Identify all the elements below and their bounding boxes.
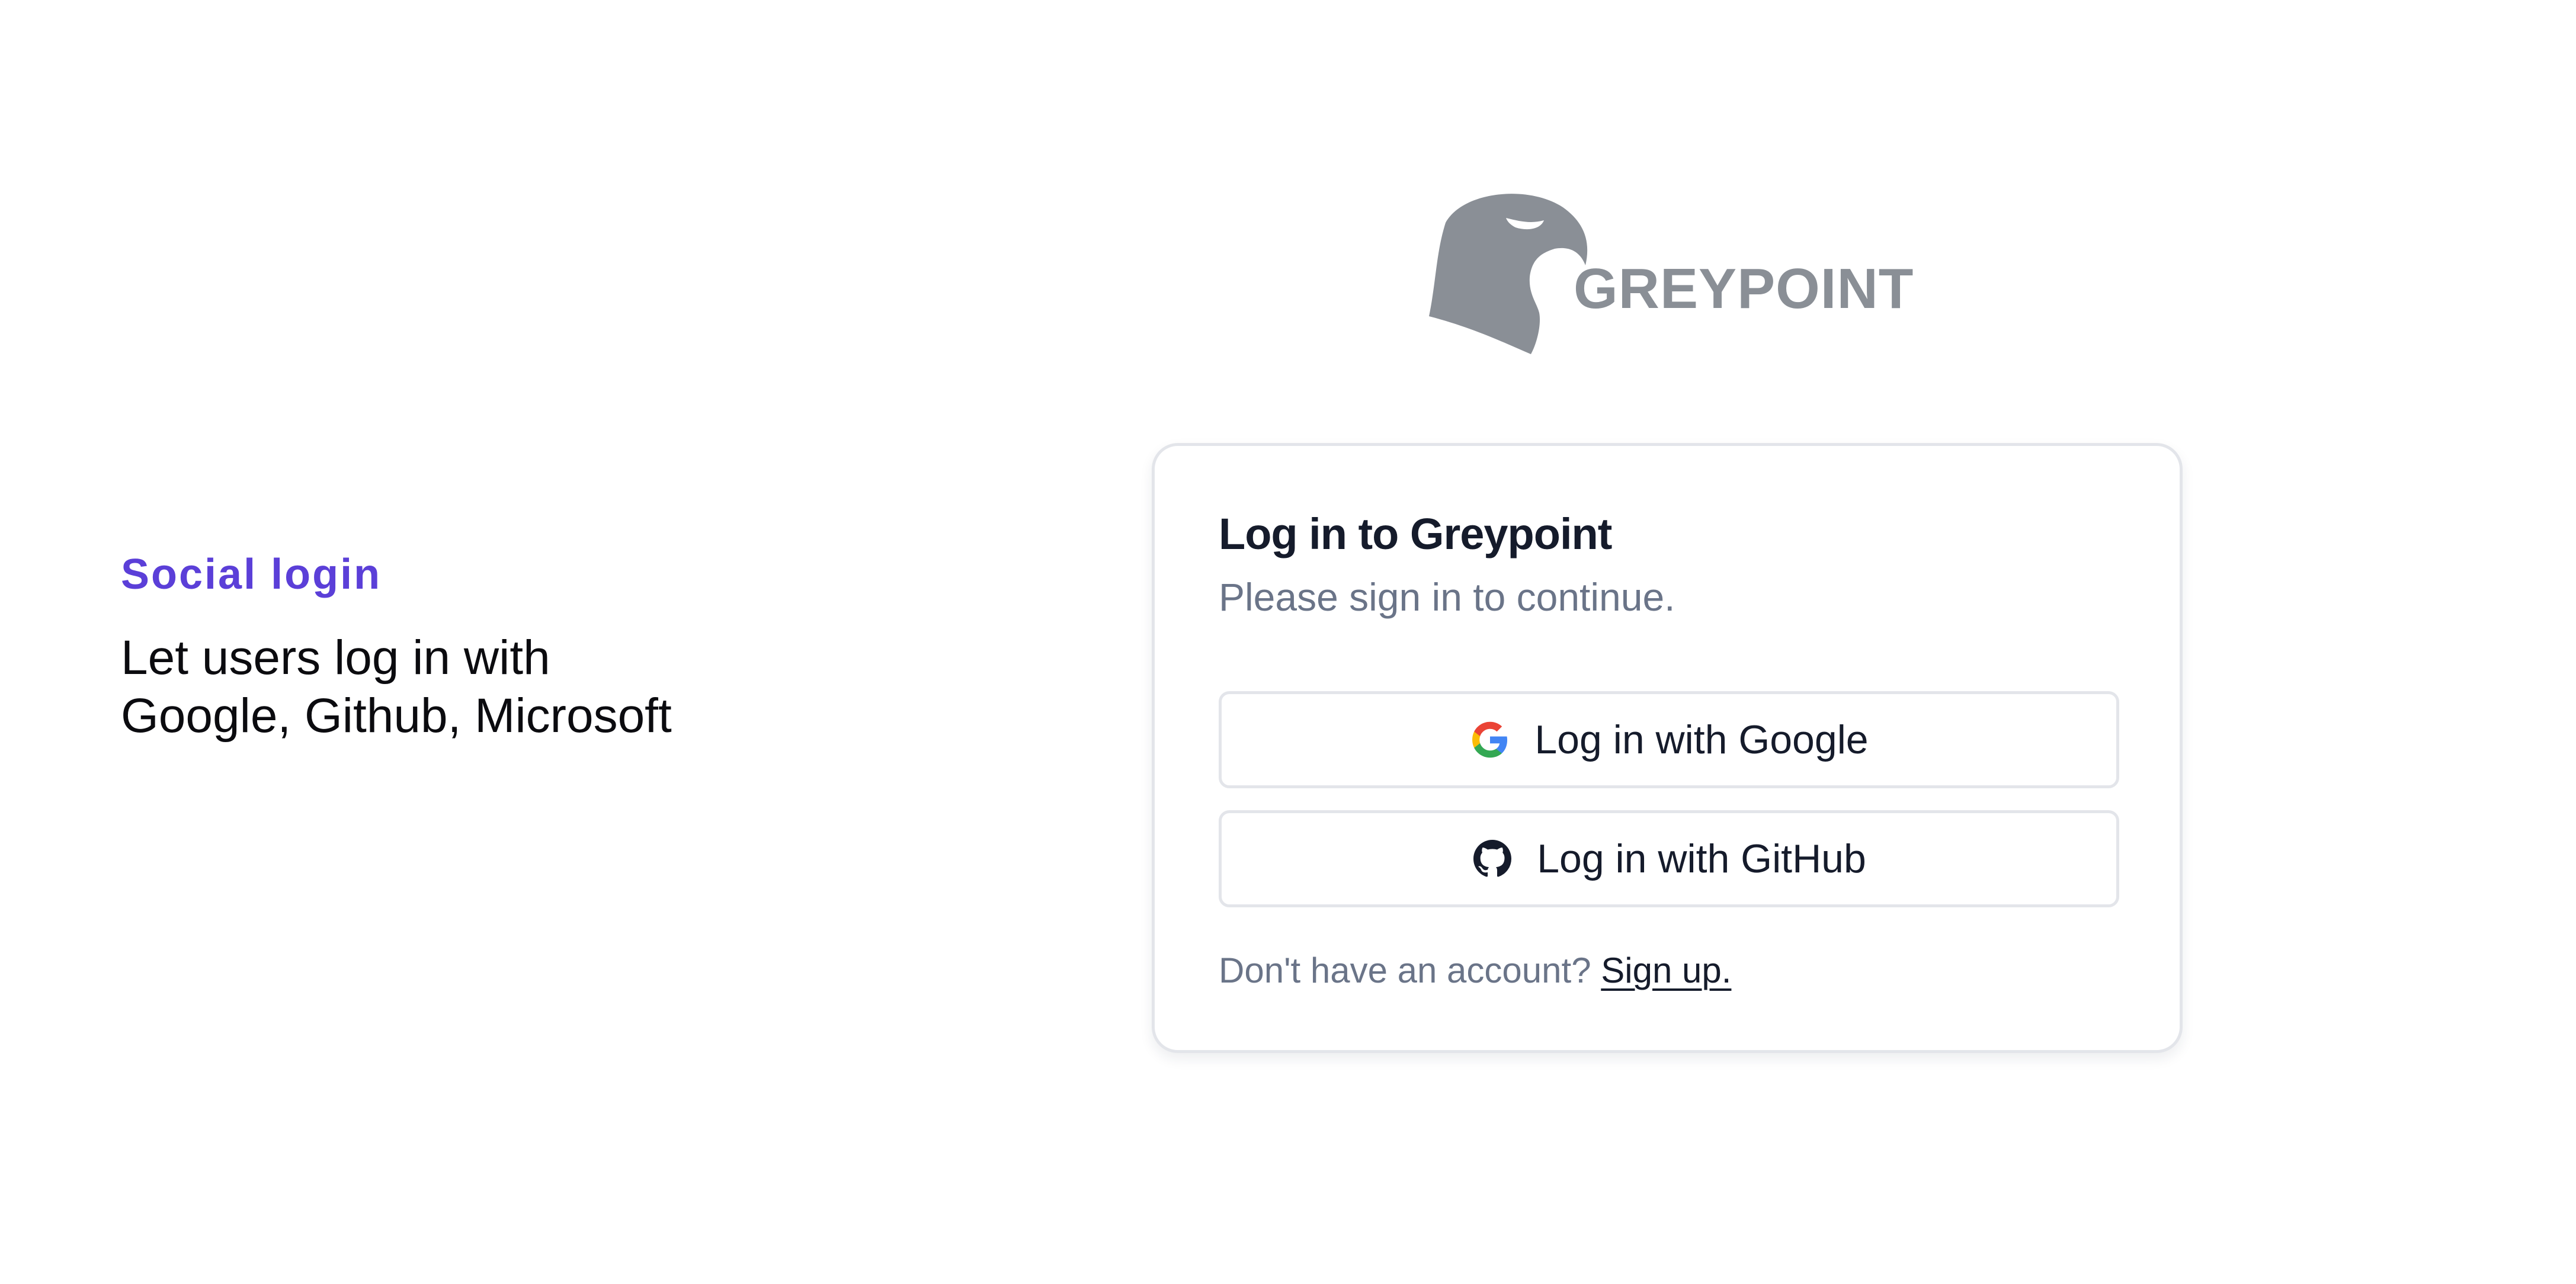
signup-prompt-text: Don't have an account? — [1219, 951, 1591, 990]
intro-headline: Let users log in with Google, Github, Mi… — [121, 629, 891, 745]
brand-wordmark: GREYPOINT — [1574, 257, 1914, 320]
login-title: Log in to Greypoint — [1219, 509, 1612, 558]
signup-link[interactable]: Sign up. — [1601, 951, 1731, 990]
login-subtitle: Please sign in to continue. — [1219, 575, 1675, 619]
github-icon — [1472, 838, 1513, 879]
intro-eyebrow: Social login — [121, 551, 382, 598]
greypoint-logo: GREYPOINT — [1428, 187, 1914, 357]
google-login-label: Log in with Google — [1534, 717, 1869, 762]
intro-headline-line1: Let users log in with — [121, 631, 550, 685]
login-card: Log in to Greypoint Please sign in to co… — [1152, 443, 2183, 1053]
intro-panel: Social login Let users log in with Googl… — [121, 551, 891, 745]
eagle-head-icon: GREYPOINT — [1429, 194, 1914, 354]
google-login-button[interactable]: Log in with Google — [1219, 691, 2119, 788]
github-login-button[interactable]: Log in with GitHub — [1219, 810, 2119, 907]
signup-prompt: Don't have an account? Sign up. — [1219, 948, 1731, 993]
github-login-label: Log in with GitHub — [1537, 836, 1866, 881]
google-icon — [1469, 719, 1511, 760]
intro-headline-line2: Google, Github, Microsoft — [121, 689, 672, 743]
